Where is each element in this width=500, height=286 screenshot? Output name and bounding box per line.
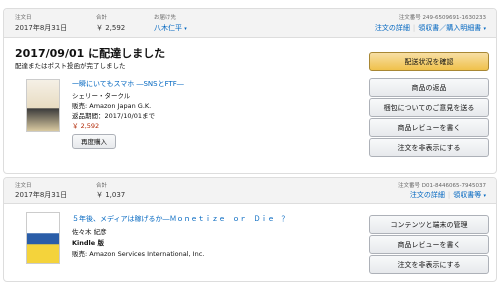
order-total: ￥ 2,592 (96, 24, 126, 32)
packaging-feedback-button[interactable]: 梱包についてのご意見を送る (369, 98, 489, 117)
chevron-down-icon[interactable]: ▾ (483, 26, 486, 32)
product-title-link[interactable]: 一瞬にいてもスマホ ―SNSとFTF― (72, 79, 184, 89)
buy-again-button[interactable]: 再度購入 (72, 134, 116, 149)
order-number-value: 249-6509691-1630233 (422, 15, 486, 21)
product-image[interactable] (26, 212, 60, 264)
delivery-status-sub: 配達またはポスト投函が完了しました (15, 62, 126, 70)
product-price: ￥ 2,592 (72, 122, 100, 130)
order-total-label: 合計 (96, 183, 108, 189)
order-total: ￥ 1,037 (96, 191, 126, 199)
receipt-link[interactable]: 領収書等 (453, 191, 481, 199)
order-header: 注文日 2017年8月31日 合計 ￥ 2,592 お届け先 八木仁平 ▾ 注文… (4, 9, 496, 38)
order-number-label: 注文番号 (398, 183, 421, 189)
return-item-button[interactable]: 商品の返品 (369, 78, 489, 97)
product-title-link[interactable]: ５年後、メディアは稼げるか―Ｍｏｎｅｔｉｚｅ ｏｒ Ｄｉｅ ？ (72, 214, 289, 224)
order-number-label: 注文番号 (398, 15, 421, 21)
order-card: 注文日 2017年8月31日 合計 ￥ 1,037 注文番号 D01-84460… (3, 177, 497, 282)
chevron-down-icon: ▾ (184, 26, 187, 32)
order-number-value: D01-8446065-7945037 (421, 183, 486, 189)
order-date: 2017年8月31日 (15, 191, 68, 199)
order-links: 注文の詳細 | 領収書等 ▾ (410, 190, 486, 200)
write-review-button[interactable]: 商品レビューを書く (369, 118, 489, 137)
ship-to-link[interactable]: 八木仁平 ▾ (154, 23, 187, 33)
product-seller: 販売: Amazon Japan G.K. (72, 102, 152, 110)
archive-order-button[interactable]: 注文を非表示にする (369, 255, 489, 274)
order-total-label: 合計 (96, 15, 108, 21)
order-date-label: 注文日 (15, 183, 32, 189)
order-details-link[interactable]: 注文の詳細 (410, 191, 445, 199)
receipt-link[interactable]: 領収書／購入明細書 (418, 24, 481, 32)
chevron-down-icon[interactable]: ▾ (483, 193, 486, 199)
order-header: 注文日 2017年8月31日 合計 ￥ 1,037 注文番号 D01-84460… (4, 178, 496, 204)
order-number: 注文番号 D01-8446065-7945037 (398, 181, 486, 189)
divider: | (447, 191, 451, 199)
order-number: 注文番号 249-6509691-1630233 (399, 13, 486, 21)
manage-content-button[interactable]: コンテンツと端末の管理 (369, 215, 489, 234)
delivery-status: 2017/09/01 に配達しました (15, 47, 166, 60)
archive-order-button[interactable]: 注文を非表示にする (369, 138, 489, 157)
order-date-label: 注文日 (15, 15, 32, 21)
divider: | (412, 24, 416, 32)
order-details-link[interactable]: 注文の詳細 (375, 24, 410, 32)
product-author: 佐々木 紀彦 (72, 228, 107, 236)
product-author: シェリー・タークル (72, 92, 131, 100)
order-card: 注文日 2017年8月31日 合計 ￥ 2,592 お届け先 八木仁平 ▾ 注文… (3, 8, 497, 174)
product-format: Kindle 版 (72, 239, 104, 247)
order-date: 2017年8月31日 (15, 24, 68, 32)
write-review-button[interactable]: 商品レビューを書く (369, 235, 489, 254)
product-seller: 販売: Amazon Services International, Inc. (72, 250, 205, 258)
product-image[interactable] (26, 79, 60, 132)
return-window: 返品期間：2017/10/01まで (72, 112, 155, 120)
ship-to-name: 八木仁平 (154, 24, 182, 32)
order-links: 注文の詳細 | 領収書／購入明細書 ▾ (375, 23, 486, 33)
track-package-button[interactable]: 配送状況を確認 (369, 52, 489, 71)
ship-to-label: お届け先 (154, 15, 177, 21)
